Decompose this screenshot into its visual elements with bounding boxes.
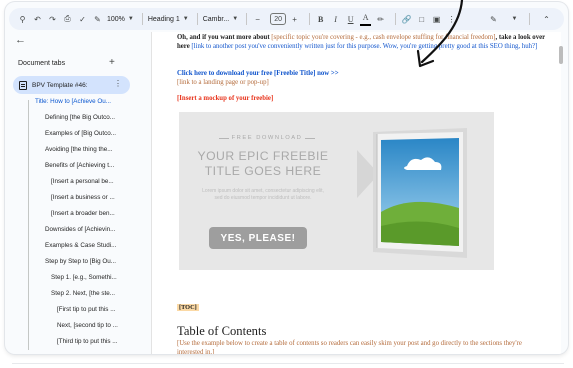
mockup-note: [Insert a mockup of your freebie] [177, 95, 274, 102]
vertical-scrollbar[interactable] [559, 46, 563, 64]
outline-item[interactable]: Downsides of [Achievin... [45, 226, 115, 233]
topic-placeholder: [specific topic you're covering - e.g., … [271, 34, 496, 41]
more-icon[interactable]: ⋮ [446, 12, 457, 26]
outline-item[interactable]: Defining [the Big Outco... [45, 114, 115, 121]
document-tab[interactable]: BPV Template #46: ⋮ [13, 76, 130, 94]
highlight-icon[interactable]: ✏ [375, 12, 386, 26]
back-arrow-icon[interactable]: ← [15, 34, 26, 46]
outline-item[interactable]: Step by Step to [Big Ou... [45, 258, 116, 265]
docs-window: ⚲ ↶ ↷ ⎙ ✓ ✎ 100% ▼ Heading 1 ▼ Cambr... ▼ −… [5, 2, 568, 354]
outline-item[interactable]: Title: How to [Achieve Ou... [35, 98, 111, 105]
outline-item[interactable]: Avoiding [the thing the... [45, 146, 112, 153]
zoom-dropdown[interactable]: 100% ▼ [107, 16, 134, 23]
font-value: Cambr... [202, 15, 230, 23]
add-comment-icon[interactable]: □ [416, 12, 427, 26]
add-tab-button[interactable]: + [109, 57, 115, 68]
font-dropdown[interactable]: Cambr... ▼ [203, 16, 238, 23]
undo-icon[interactable]: ↶ [32, 12, 43, 26]
toc-heading: Table of Contents [177, 324, 267, 338]
outline-item[interactable]: Next, [second tip to ... [57, 322, 118, 329]
outline-item[interactable]: [First tip to put this ... [57, 306, 115, 313]
outline-item[interactable]: Step 1. [e.g., Somethi... [51, 274, 117, 281]
freebie-yes-button: YES, PLEASE! [209, 227, 307, 249]
insert-link-icon[interactable]: 🔗 [401, 12, 412, 26]
tab-options-icon[interactable]: ⋮ [114, 79, 122, 88]
document-tab-label: BPV Template #46: [32, 81, 88, 89]
insert-image-icon[interactable]: ▣ [431, 12, 442, 26]
toolbar-right: ✎ ▼ ⌃ [482, 12, 556, 26]
zoom-value: 100% [107, 15, 125, 23]
outline-item[interactable]: Examples & Case Studi... [45, 242, 116, 249]
toolbar-divider [246, 13, 248, 25]
toolbar-divider [141, 13, 143, 25]
intro-text: Oh, and if you want more about [177, 34, 272, 41]
underline-button[interactable]: U [345, 12, 356, 26]
style-value: Heading 1 [147, 15, 180, 23]
print-icon[interactable]: ⎙ [62, 12, 73, 26]
redo-icon[interactable]: ↷ [47, 12, 58, 26]
toolbar-divider [395, 13, 397, 25]
collapse-toolbar-icon[interactable]: ⌃ [541, 12, 552, 26]
chevron-down-icon[interactable]: ▼ [509, 12, 520, 26]
paint-format-icon[interactable]: ✎ [92, 12, 103, 26]
landing-page-note: [link to a landing page or pop-up] [177, 79, 269, 86]
freebie-mockup-image: FREE DOWNLOAD YOUR EPIC FREEBIE TITLE GO… [179, 112, 494, 270]
outline-rail [28, 100, 29, 350]
italic-button[interactable]: I [330, 12, 341, 26]
outline-item[interactable]: Examples of [Big Outco... [45, 130, 116, 137]
outline-item[interactable]: [Insert a business or ... [51, 194, 115, 201]
outline-item[interactable]: Benefits of [Achieving t... [45, 162, 114, 169]
chevron-down-icon: ▼ [232, 16, 239, 22]
decrease-font-size-button[interactable]: − [252, 12, 263, 26]
toolbar-divider [196, 13, 198, 25]
text-color-button[interactable]: A [360, 12, 372, 26]
outline-item[interactable]: [Third tip to put this ... [57, 338, 118, 345]
download-cta-link[interactable]: Click here to download your free [Freebi… [177, 70, 339, 79]
document-page[interactable]: Oh, and if you want more about [specific… [151, 32, 561, 354]
toolbar: ⚲ ↶ ↷ ⎙ ✓ ✎ 100% ▼ Heading 1 ▼ Cambr... ▼ −… [9, 8, 564, 30]
outline-item[interactable]: [Insert a personal be... [51, 178, 114, 185]
spellcheck-icon[interactable]: ✓ [77, 12, 88, 26]
free-download-kicker: FREE DOWNLOAD [219, 135, 315, 141]
window-shadow-edge [12, 352, 564, 364]
toolbar-divider [309, 13, 311, 25]
chevron-down-icon: ▼ [182, 16, 189, 22]
outline-item[interactable]: [Insert a broader ben... [51, 210, 115, 217]
toc-tag: [TOC] [177, 304, 199, 311]
font-size-input[interactable]: 20 [270, 13, 287, 25]
freebie-body: Lorem ipsum dolor sit amet, consectetur … [202, 188, 324, 201]
style-dropdown[interactable]: Heading 1 ▼ [148, 16, 189, 23]
intro-paragraph: Oh, and if you want more about [specific… [177, 34, 552, 51]
document-tabs-title: Document tabs [18, 60, 66, 67]
freebie-title: YOUR EPIC FREEBIE TITLE GOES HERE [197, 149, 329, 178]
book-cover-illustration [373, 128, 467, 258]
search-menus-icon[interactable]: ⚲ [17, 12, 28, 26]
document-icon [19, 80, 27, 90]
bold-button[interactable]: B [315, 12, 326, 26]
editing-mode-icon[interactable]: ✎ [488, 12, 499, 26]
chevron-down-icon: ▼ [127, 16, 134, 22]
increase-font-size-button[interactable]: + [289, 12, 300, 26]
internal-link-placeholder[interactable]: [link to another post you've convenientl… [191, 43, 537, 50]
toolbar-divider [529, 13, 530, 25]
outline-item[interactable]: Step 2. Next, [the ste... [51, 290, 115, 297]
